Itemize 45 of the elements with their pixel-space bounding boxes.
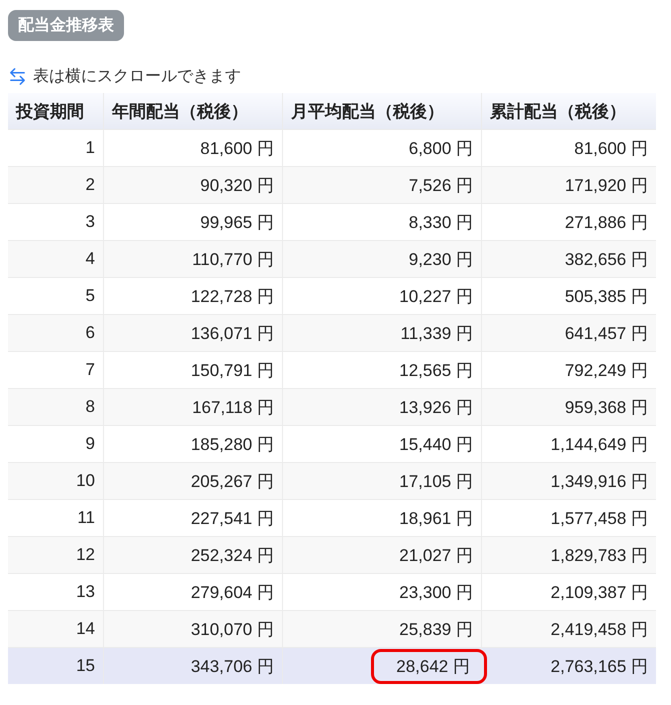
column-header: 投資期間 (8, 93, 104, 130)
table-cell: 15,440 円 (399, 434, 473, 454)
table-cell: 8 (8, 388, 104, 426)
table-cell: 23,300 円 (399, 582, 473, 602)
table-cell: 959,368 円 (482, 388, 656, 426)
table-cell: 136,071 円 (104, 314, 282, 352)
table-cell: 14 (8, 610, 104, 648)
table-cell: 205,267 円 (104, 462, 282, 500)
table-cell: 18,961 円 (399, 508, 473, 528)
table-cell: 252,324 円 (104, 536, 282, 574)
table-cell: 90,320 円 (104, 166, 282, 204)
table-cell: 10,227 円 (399, 286, 473, 306)
table-cell: 12 (8, 536, 104, 574)
table-cell: 310,070 円 (104, 610, 282, 648)
table-cell: 21,027 円 (399, 546, 473, 564)
table-cell: 12,565 円 (399, 360, 473, 380)
title-badge: 配当金推移表 (8, 10, 124, 41)
column-header: 累計配当（税後） (482, 93, 656, 130)
swap-arrows-icon (8, 67, 27, 86)
table-cell: 641,457 円 (482, 314, 656, 352)
table-cell: 4 (8, 240, 104, 278)
table-cell: 6 (8, 314, 104, 352)
table-cell: 6,800 円 (408, 138, 473, 158)
table-cell: 382,656 円 (482, 240, 656, 278)
column-header: 月平均配当（税後） (282, 93, 482, 130)
table-cell: 17,105 円 (399, 472, 473, 490)
table-cell: 8,330 円 (408, 212, 473, 232)
table-cell: 110,770 円 (104, 240, 282, 278)
table-cell: 15 (8, 648, 104, 684)
table-cell: 25,839 円 (399, 620, 473, 638)
table-cell: 13,926 円 (399, 398, 473, 416)
table-cell: 2,419,458 円 (482, 610, 656, 648)
table-cell: 2,763,165 円 (482, 648, 656, 684)
table-cell: 10 (8, 462, 104, 500)
column-header: 年間配当（税後） (104, 93, 282, 130)
table-cell: 171,920 円 (482, 166, 656, 204)
table-cell: 11,339 円 (400, 324, 473, 342)
table-cell: 343,706 円 (104, 648, 282, 684)
table-cell: 1,829,783 円 (482, 536, 656, 574)
table-cell: 2 (8, 166, 104, 204)
table-cell: 1,349,916 円 (482, 462, 656, 500)
table-cell: 167,118 円 (104, 388, 282, 426)
scroll-hint: 表は横にスクロールできます (33, 66, 241, 87)
table-cell: 9,230 円 (408, 250, 473, 268)
table-cell: 7,526 円 (408, 176, 473, 194)
